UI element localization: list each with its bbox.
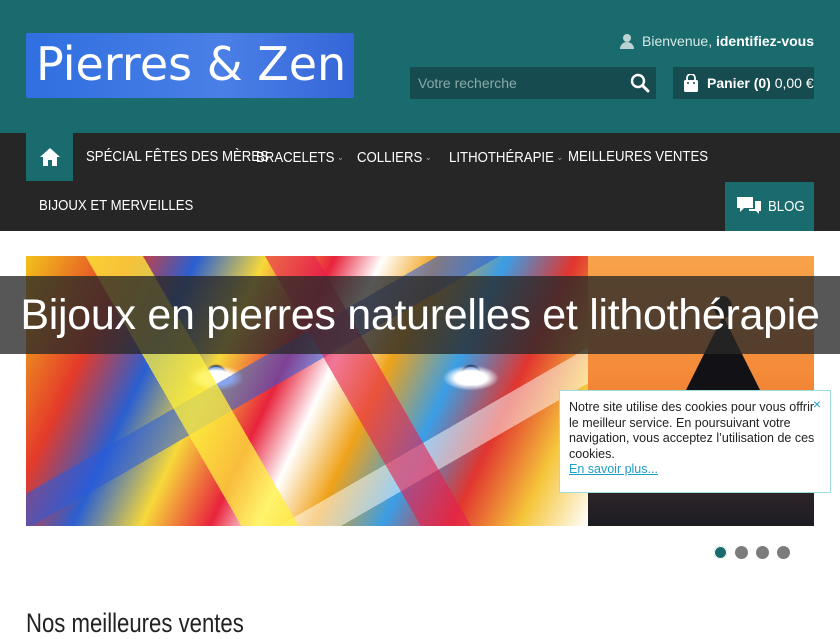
nav-item-label: Bracelets: [256, 149, 335, 166]
nav-item-bracelets[interactable]: Bracelets ⌄: [256, 133, 344, 181]
search-box: [410, 67, 656, 99]
nav-item-colliers[interactable]: Colliers ⌄: [357, 133, 432, 181]
cart-button[interactable]: Panier (0) 0,00 €: [673, 67, 814, 99]
slider-dot-1[interactable]: [714, 546, 727, 559]
chevron-down-icon: ⌄: [424, 152, 432, 162]
nav-item-meilleures-ventes[interactable]: Meilleures ventes: [568, 133, 708, 181]
nav-item-label: Meilleures ventes: [568, 148, 709, 165]
home-icon: [40, 148, 60, 166]
search-input[interactable]: [410, 67, 620, 99]
slider-dot-3[interactable]: [756, 546, 769, 559]
page-title: Bijoux en pierres naturelles et lithothé…: [20, 291, 820, 339]
chevron-down-icon: ⌄: [556, 152, 564, 162]
cookie-more-link[interactable]: En savoir plus...: [569, 462, 658, 478]
nav-item-fete-des-meres[interactable]: Spécial Fêtes des Mères: [86, 133, 269, 181]
chevron-down-icon: ⌄: [337, 152, 344, 162]
user-icon: [620, 34, 635, 49]
slider-dot-4[interactable]: [777, 546, 790, 559]
nav-item-label: Spécial Fêtes des Mères: [86, 148, 269, 165]
close-icon[interactable]: ×: [813, 396, 821, 413]
search-icon[interactable]: [630, 73, 650, 93]
blog-label: Blog: [768, 198, 805, 215]
main-menu: Spécial Fêtes des Mères Bracelets ⌄ Colli…: [0, 133, 840, 231]
login-link[interactable]: identifiez-vous: [716, 33, 814, 49]
welcome-text: Bienvenue,: [642, 33, 713, 49]
home-button[interactable]: [26, 133, 73, 181]
cart-total: 0,00 €: [774, 75, 814, 91]
blog-button[interactable]: Blog: [725, 182, 814, 231]
nav-item-bijoux-et-merveilles[interactable]: Bijoux et merveilles: [39, 182, 193, 230]
chat-bubbles-icon: [737, 197, 761, 214]
logo-text: Pierres & Zen: [36, 37, 347, 91]
page-banner: Bijoux en pierres naturelles et lithothé…: [0, 276, 840, 354]
slider-dot-2[interactable]: [735, 546, 748, 559]
account-greeting: Bienvenue, identifiez-vous: [620, 33, 814, 49]
nav-item-label: Lithothérapie: [449, 149, 554, 166]
shopping-bag-icon: [683, 73, 698, 92]
nav-item-label: Bijoux et merveilles: [39, 197, 194, 214]
cookie-message: Notre site utilise des cookies pour vous…: [569, 400, 815, 461]
nav-item-label: Colliers: [357, 149, 423, 166]
cart-label: Panier (0): [707, 75, 771, 91]
nav-item-lithotherapie[interactable]: Lithothérapie ⌄: [449, 133, 563, 181]
cookie-notice: Notre site utilise des cookies pour vous…: [559, 390, 831, 493]
best-sellers-heading: Nos meilleures ventes: [26, 608, 244, 638]
site-logo[interactable]: Pierres & Zen: [26, 33, 354, 98]
header: Pierres & Zen Bienvenue, identifiez-vous…: [0, 0, 840, 133]
